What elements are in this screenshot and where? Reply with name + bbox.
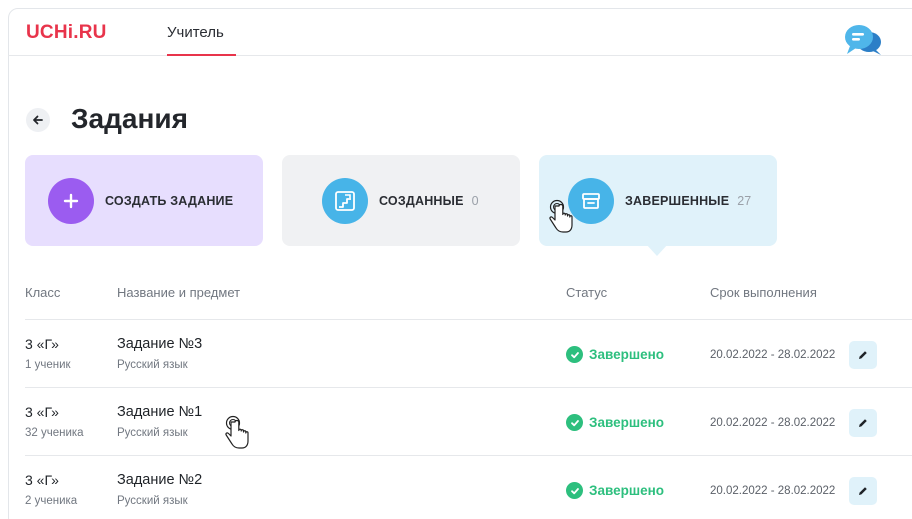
column-header-name: Название и предмет — [117, 285, 241, 300]
status-text: Завершено — [589, 347, 665, 362]
completed-tasks-count: 27 — [737, 193, 752, 208]
created-tasks-label: СОЗДАННЫЕ — [379, 193, 464, 208]
completed-tasks-label: ЗАВЕРШЕННЫЕ — [625, 193, 730, 208]
column-header-class: Класс — [25, 285, 61, 300]
edit-button[interactable] — [849, 341, 877, 369]
row-task-name[interactable]: Задание №3 — [117, 336, 202, 352]
edit-button[interactable] — [849, 409, 877, 437]
row-task-name[interactable]: Задание №1 — [117, 404, 202, 420]
row-class: 3 «Г» — [25, 472, 59, 488]
back-button[interactable] — [26, 108, 50, 132]
check-circle-icon — [566, 346, 583, 363]
plus-icon — [48, 177, 94, 224]
table-row[interactable]: 3 «Г» 1 ученик Задание №3 Русский язык З… — [25, 319, 912, 386]
create-task-card[interactable]: СОЗДАТЬ ЗАДАНИЕ — [25, 155, 263, 246]
table-row[interactable]: 3 «Г» 2 ученика Задание №2 Русский язык … — [25, 455, 912, 519]
pencil-icon — [859, 487, 867, 495]
column-header-deadline: Срок выполнения — [710, 285, 817, 300]
column-header-status: Статус — [566, 285, 608, 300]
status-badge: Завершено — [566, 482, 664, 499]
check-circle-icon — [566, 414, 583, 431]
row-dates: 20.02.2022 - 28.02.2022 — [710, 485, 836, 497]
row-class: 3 «Г» — [25, 404, 59, 420]
row-dates: 20.02.2022 - 28.02.2022 — [710, 349, 836, 361]
created-tasks-card[interactable]: СОЗДАННЫЕ 0 — [282, 155, 520, 246]
row-task-name[interactable]: Задание №2 — [117, 472, 202, 488]
pencil-icon — [859, 419, 867, 427]
edit-button[interactable] — [849, 477, 877, 505]
hand-pointer-icon — [225, 415, 249, 449]
top-header: UCHi.RU Учитель — [8, 8, 912, 56]
hand-pointer-icon — [549, 199, 573, 233]
page-title: Задания — [71, 103, 188, 134]
created-tasks-count: 0 — [471, 193, 479, 208]
create-task-label: СОЗДАТЬ ЗАДАНИЕ — [105, 193, 234, 208]
row-students: 32 ученика — [25, 427, 84, 439]
row-subject: Русский язык — [117, 359, 188, 371]
table-row[interactable]: 3 «Г» 32 ученика Задание №1 Русский язык… — [25, 387, 912, 454]
status-badge: Завершено — [566, 414, 664, 431]
tab-teacher[interactable]: Учитель — [167, 24, 224, 41]
row-dates: 20.02.2022 - 28.02.2022 — [710, 417, 836, 429]
uchi-logo[interactable]: UCHi.RU — [26, 22, 107, 44]
active-tab-indicator — [167, 54, 236, 56]
row-students: 2 ученика — [25, 495, 78, 507]
row-students: 1 ученик — [25, 359, 71, 371]
arrow-left-icon — [33, 115, 43, 125]
row-subject: Русский язык — [117, 427, 188, 439]
status-text: Завершено — [589, 483, 665, 498]
check-circle-icon — [566, 482, 583, 499]
status-text: Завершено — [589, 415, 665, 430]
active-card-pointer — [646, 244, 668, 256]
row-subject: Русский язык — [117, 495, 188, 507]
status-badge: Завершено — [566, 346, 664, 363]
chat-icon[interactable] — [842, 22, 882, 56]
pencil-icon — [859, 351, 867, 359]
stairs-icon — [322, 177, 368, 224]
row-class: 3 «Г» — [25, 336, 59, 352]
